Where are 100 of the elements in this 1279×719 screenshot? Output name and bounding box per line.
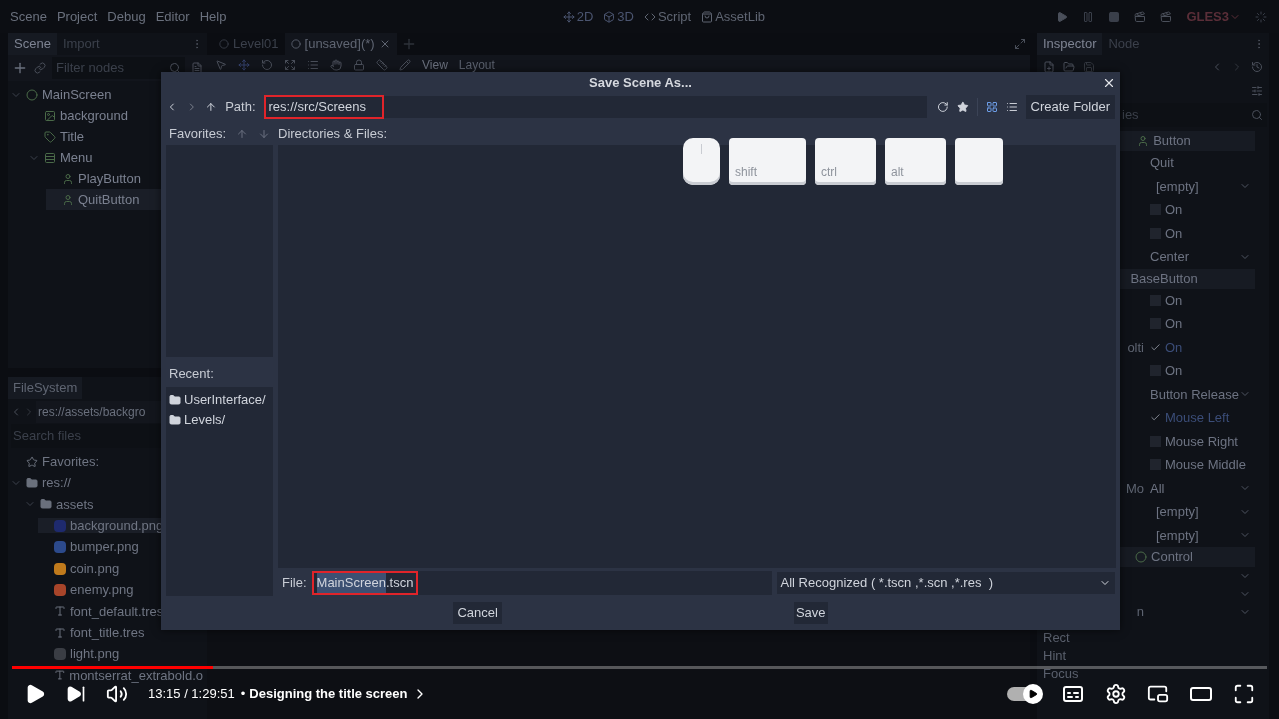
new-file-icon[interactable] — [1043, 61, 1055, 73]
property-dropdown[interactable]: [empty] — [1150, 502, 1251, 522]
file-label: montserrat_extrabold.o — [69, 666, 203, 685]
property-value[interactable]: Quit — [1150, 153, 1174, 173]
favorites-label: Favorites: — [169, 124, 227, 143]
stop-icon[interactable] — [1108, 10, 1121, 23]
file-label: bumper.png — [70, 538, 139, 557]
file-row[interactable]: enemy.png — [38, 582, 207, 598]
workspace-button[interactable]: AssetLib — [701, 6, 766, 27]
checkbox-label: Mouse Right — [1165, 432, 1238, 451]
checkbox[interactable] — [1150, 341, 1161, 353]
workspace-button[interactable]: 2D — [562, 6, 594, 27]
expand-icon[interactable] — [1014, 38, 1026, 50]
cancel-button[interactable]: Cancel — [453, 602, 502, 624]
add-icon[interactable] — [12, 60, 28, 76]
font-icon — [53, 669, 66, 682]
property-dropdown[interactable]: [empty] — [1150, 525, 1251, 545]
progress-bar[interactable] — [12, 666, 1267, 669]
file-row[interactable]: font_default.tres — [38, 603, 207, 619]
up-icon[interactable] — [205, 101, 218, 113]
file-row[interactable]: light.png — [38, 646, 207, 662]
path-field[interactable]: res://src/Screens — [263, 96, 928, 118]
bag-icon — [701, 10, 714, 23]
rotate-icon[interactable] — [261, 58, 273, 71]
list-view-button[interactable] — [1005, 101, 1018, 113]
history-icon[interactable] — [1251, 61, 1263, 73]
file-row[interactable]: coin.png — [38, 561, 207, 577]
ruler-icon[interactable] — [376, 58, 388, 71]
tree-row[interactable]: background — [28, 105, 207, 126]
workspace-button[interactable]: Script — [643, 6, 692, 27]
path-label: Path: — [225, 98, 256, 117]
checkbox-label: Mouse Middle — [1165, 456, 1246, 474]
property-dropdown[interactable]: Button Release — [1150, 384, 1251, 404]
tree-row[interactable]: MainScreen — [10, 84, 207, 105]
fullscreen-icon[interactable] — [1233, 683, 1255, 705]
pause-icon[interactable] — [1082, 10, 1095, 23]
link-icon[interactable] — [34, 62, 46, 74]
clapperboard-icon[interactable] — [1134, 10, 1147, 23]
save-icon[interactable] — [1083, 61, 1095, 73]
folder-icon — [169, 414, 181, 426]
tree-row[interactable]: PlayButton — [46, 168, 207, 189]
tree-row[interactable]: Menu — [28, 147, 207, 168]
close-button[interactable] — [1102, 76, 1116, 90]
file-label: Favorites: — [42, 452, 100, 471]
view-menu[interactable]: View — [422, 58, 448, 71]
property-dropdown[interactable]: [empty] — [1150, 176, 1251, 196]
create-folder-button[interactable]: Create Folder — [1025, 95, 1116, 119]
scale-icon[interactable] — [284, 58, 296, 71]
folder-icon[interactable] — [1063, 61, 1075, 73]
save-button[interactable]: Save — [793, 602, 828, 624]
file-name-field[interactable]: MainScreen.tscn — [311, 571, 772, 595]
refresh-icon[interactable] — [937, 101, 949, 113]
property-dropdown[interactable]: All — [1150, 478, 1251, 498]
move-icon[interactable] — [238, 58, 250, 71]
checkbox-label: On — [1165, 291, 1183, 310]
layout-menu[interactable]: Layout — [458, 58, 495, 71]
checkbox-label: On — [1165, 338, 1183, 357]
sliders-icon[interactable] — [1251, 85, 1263, 97]
button-node-icon — [62, 193, 74, 206]
file-row[interactable]: res:// — [10, 475, 207, 491]
miniplayer-icon[interactable] — [1147, 683, 1169, 705]
chapter-button[interactable]: Designing the title screen — [249, 684, 428, 704]
dock-tab[interactable]: Inspector — [1037, 33, 1103, 55]
node-label: background — [60, 106, 128, 125]
node-label: MainScreen — [42, 85, 112, 104]
keyboard-key: alt — [885, 138, 946, 185]
list-icon[interactable] — [307, 58, 319, 71]
clapperboard-icon[interactable] — [1160, 10, 1173, 23]
pointer-icon[interactable] — [215, 58, 227, 71]
menu-item[interactable]: Scene — [10, 6, 47, 27]
menu-item[interactable]: Project — [56, 6, 98, 27]
volume-icon[interactable] — [106, 683, 128, 705]
dock-tab[interactable]: Scene — [8, 33, 57, 55]
menu-item[interactable]: Debug — [107, 6, 146, 27]
property-label: n — [1136, 603, 1144, 622]
pencil-icon[interactable] — [399, 58, 411, 71]
file-row[interactable]: font_title.tres — [38, 625, 207, 641]
star-icon[interactable] — [956, 101, 969, 113]
property-dropdown[interactable]: Center — [1150, 247, 1251, 267]
mouse-key — [683, 138, 720, 185]
hand-icon[interactable] — [330, 58, 342, 71]
down-icon[interactable] — [258, 127, 271, 140]
lock-icon[interactable] — [353, 58, 365, 71]
next-icon[interactable] — [66, 684, 86, 704]
editor-tab[interactable]: [unsaved](*) — [284, 33, 397, 55]
workspace-button[interactable]: 3D — [603, 6, 634, 27]
script-icon[interactable] — [191, 62, 203, 74]
file-row[interactable]: montserrat_extrabold.o — [38, 667, 207, 683]
file-row[interactable]: bumper.png — [38, 539, 207, 555]
menu-item[interactable]: Editor — [155, 6, 190, 27]
grid-view-button[interactable] — [985, 101, 998, 113]
file-row[interactable]: Favorites: — [10, 454, 207, 470]
file-label: font_title.tres — [70, 623, 145, 642]
file-row[interactable]: assets — [24, 496, 207, 512]
property-label: Rect — [1043, 629, 1070, 648]
menu-item[interactable]: Help — [199, 6, 227, 27]
file-type-dropdown[interactable]: All Recognized ( *.tscn ,*.scn ,*.res ) — [776, 572, 1115, 594]
dock-tab[interactable]: FileSystem — [8, 377, 83, 399]
settings-icon[interactable] — [1105, 683, 1127, 705]
autoplay-toggle[interactable] — [1007, 687, 1041, 701]
